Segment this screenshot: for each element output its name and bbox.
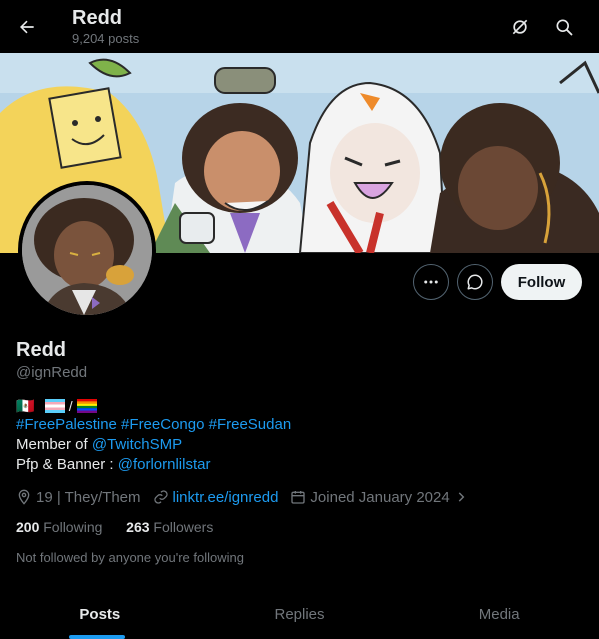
following-link[interactable]: 200 Following <box>16 519 102 535</box>
tab-replies[interactable]: Replies <box>200 590 400 639</box>
bio-flags: 🇲🇽 / <box>16 396 97 416</box>
bio-pfp-line: Pfp & Banner : @forlornlilstar <box>16 455 210 475</box>
avatar-artwork <box>22 185 152 315</box>
search-button[interactable] <box>547 10 581 44</box>
grok-button[interactable] <box>503 10 537 44</box>
header-title-block: Redd 9,204 posts <box>72 6 139 48</box>
followers-link[interactable]: 263 Followers <box>126 519 213 535</box>
location-item: 19 | They/Them <box>16 489 141 506</box>
bio-hashtags[interactable]: #FreePalestine #FreeCongo #FreeSudan <box>16 415 291 435</box>
chevron-right-icon <box>458 492 465 502</box>
post-count: 9,204 posts <box>72 31 140 46</box>
profile-handle: @ignRedd <box>16 364 88 381</box>
bio-member-prefix: Member of <box>16 436 92 453</box>
flag-separator: / <box>68 398 73 414</box>
avatar-image <box>22 185 152 315</box>
calendar-icon <box>291 491 306 504</box>
link-icon <box>153 490 168 504</box>
message-icon <box>467 274 483 290</box>
joined-text: Joined January 2024 <box>310 488 450 506</box>
mexico-flag: 🇲🇽 <box>16 398 35 415</box>
followers-count: 263 <box>126 519 150 535</box>
follow-counts: 200 Following 263 Followers <box>16 519 213 535</box>
grok-icon <box>512 19 528 35</box>
trans-flag-icon <box>44 399 65 413</box>
bio-member-line: Member of @TwitchSMP <box>16 435 182 455</box>
follow-button[interactable]: Follow <box>501 264 582 300</box>
avatar[interactable] <box>18 181 156 319</box>
more-button[interactable] <box>413 264 449 300</box>
bio-pfp-prefix: Pfp & Banner : <box>16 456 118 473</box>
message-button[interactable] <box>457 264 493 300</box>
top-bar: Redd 9,204 posts <box>0 0 599 53</box>
location-icon <box>18 489 30 505</box>
following-count: 200 <box>16 519 40 535</box>
more-icon <box>424 280 438 284</box>
back-arrow-icon <box>20 20 34 34</box>
back-button[interactable] <box>10 10 44 44</box>
active-tab-indicator <box>69 635 125 639</box>
page-title: Redd <box>72 7 122 29</box>
location-text: 19 | They/Them <box>36 488 141 506</box>
profile-name: Redd <box>16 339 66 361</box>
search-icon <box>556 19 573 36</box>
followed-by-note: Not followed by anyone you're following <box>16 550 244 565</box>
website-link[interactable]: linktr.ee/ignredd <box>173 489 279 506</box>
profile-meta: 19 | They/Them linktr.ee/ignredd Joined … <box>16 487 484 507</box>
rainbow-flag-icon <box>76 399 97 413</box>
following-label: Following <box>43 519 103 535</box>
website-item: linktr.ee/ignredd <box>153 489 279 506</box>
twitchsmp-link[interactable]: @TwitchSMP <box>92 436 182 453</box>
tab-posts[interactable]: Posts <box>0 590 200 639</box>
tab-media[interactable]: Media <box>399 590 599 639</box>
joined-item[interactable]: Joined January 2024 <box>290 489 471 506</box>
profile-tabs: Posts Replies Media <box>0 590 599 639</box>
followers-label: Followers <box>153 519 214 535</box>
forlornlilstar-link[interactable]: @forlornlilstar <box>118 456 211 473</box>
